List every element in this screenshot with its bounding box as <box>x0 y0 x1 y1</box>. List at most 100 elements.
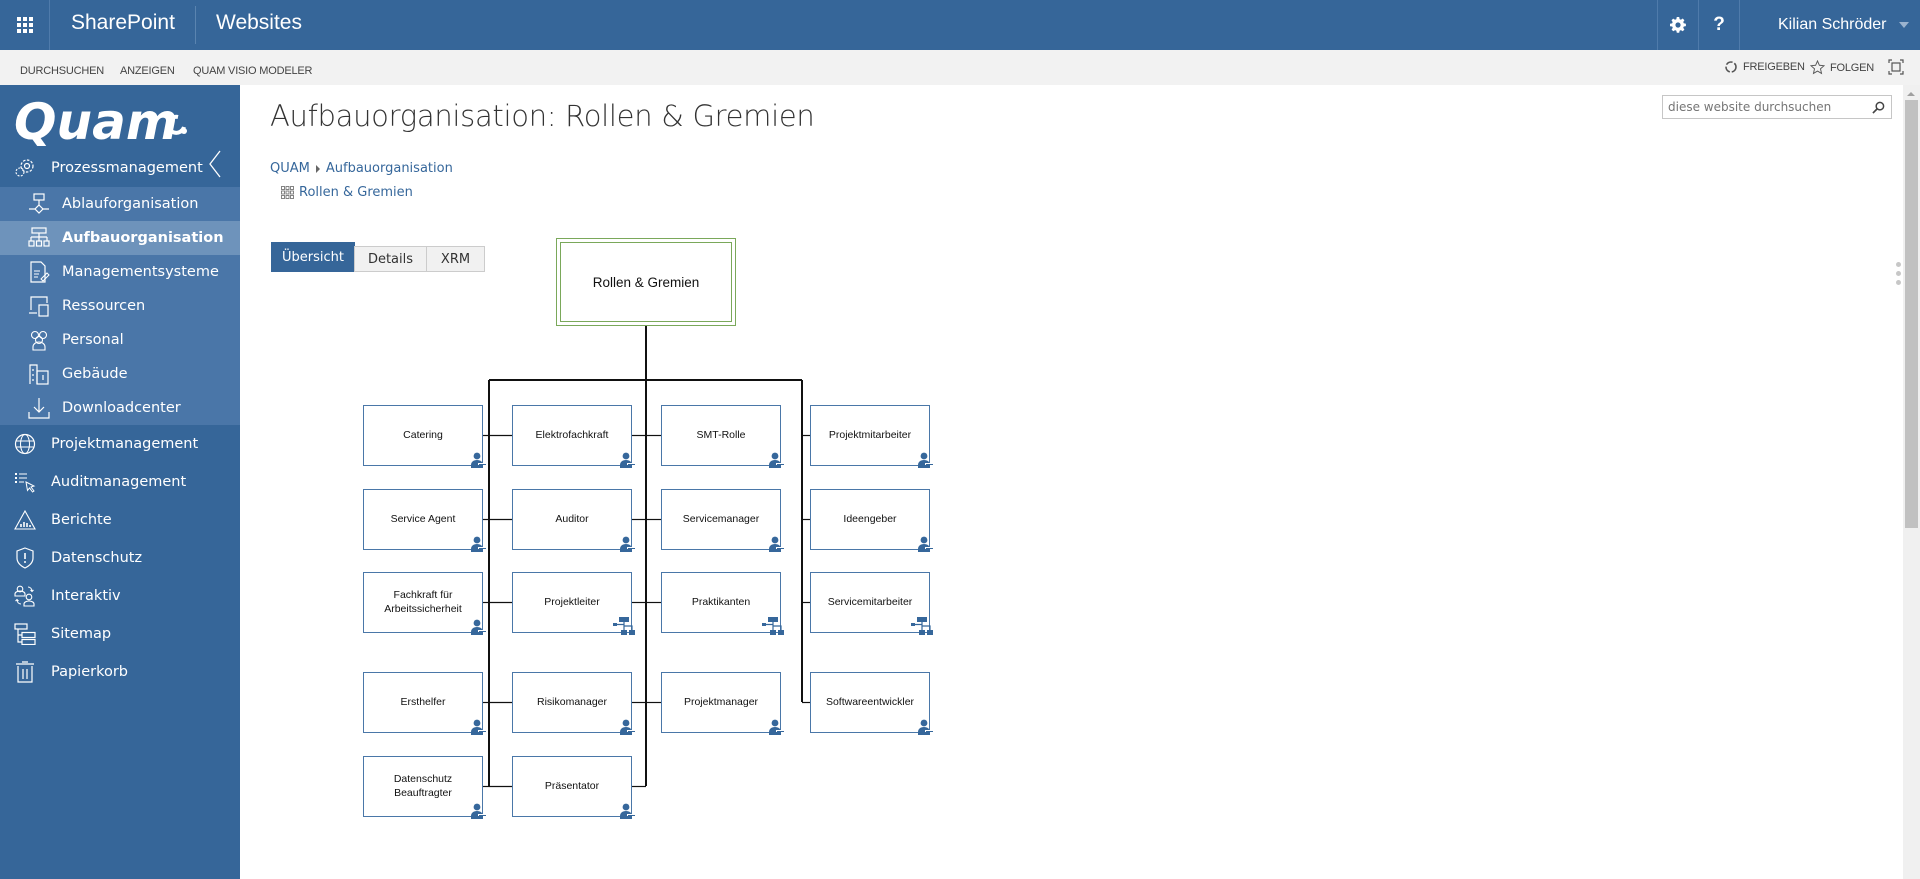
org-node[interactable]: Projektmanager <box>661 672 784 735</box>
site-title[interactable]: Websites <box>216 11 302 35</box>
star-icon <box>1810 60 1825 75</box>
sidebar-item-label: Berichte <box>51 512 112 528</box>
role-person-icon <box>917 452 933 472</box>
flowchart-icon <box>27 192 51 216</box>
org-unit-icon <box>911 616 933 639</box>
download-icon <box>27 396 51 420</box>
user-name: Kilian Schröder <box>1778 16 1887 33</box>
app-launcher-button[interactable] <box>0 0 50 50</box>
org-node[interactable]: Projektmitarbeiter <box>810 405 933 468</box>
sidebar-item-datenschutz[interactable]: Datenschutz <box>0 539 240 577</box>
role-person-icon <box>470 803 486 823</box>
org-node-label: Softwareentwickler <box>825 695 915 708</box>
org-node-label: Datenschutz Beauftragter <box>393 773 453 799</box>
scrollbar-thumb[interactable] <box>1905 100 1918 528</box>
org-node[interactable]: Projektleiter <box>512 572 635 635</box>
shield-icon <box>13 546 37 570</box>
org-node[interactable]: Servicemitarbeiter <box>810 572 933 635</box>
org-node-label: Servicemitarbeiter <box>827 595 913 608</box>
share-button[interactable]: FREIGEBEN <box>1724 60 1805 74</box>
user-menu-button[interactable]: Kilian Schröder <box>1739 0 1920 50</box>
ribbon: DURCHSUCHEN ANZEIGEN QUAM VISIO MODELER … <box>0 50 1920 85</box>
sidebar-navigation: Quam Prozessmanagement Ablauforganisatio… <box>0 85 240 879</box>
org-node[interactable]: Datenschutz Beauftragter <box>363 756 486 819</box>
gears-icon <box>13 156 37 180</box>
org-node[interactable]: Präsentator <box>512 756 635 819</box>
devices-icon <box>27 294 51 318</box>
view-tabs: Übersicht Details XRM <box>271 242 485 272</box>
ribbon-tab-visio-modeler[interactable]: QUAM VISIO MODELER <box>193 65 312 77</box>
tab-uebersicht[interactable]: Übersicht <box>271 242 355 272</box>
page-title: Aufbauorganisation: Rollen & Gremien <box>270 99 815 133</box>
sidebar-item-auditmanagement[interactable]: Auditmanagement <box>0 463 240 501</box>
sidebar-item-projektmanagement[interactable]: Projektmanagement <box>0 425 240 463</box>
org-grid-icon <box>281 186 294 199</box>
org-node[interactable]: Ersthelfer <box>363 672 486 735</box>
sidebar-item-ressourcen[interactable]: Ressourcen <box>0 289 240 323</box>
sidebar-item-interaktiv[interactable]: Interaktiv <box>0 577 240 615</box>
org-root-node[interactable]: Rollen & Gremien <box>556 238 736 326</box>
org-node[interactable]: Service Agent <box>363 489 486 552</box>
org-node[interactable]: Servicemanager <box>661 489 784 552</box>
org-node[interactable]: Risikomanager <box>512 672 635 735</box>
role-person-icon <box>470 719 486 739</box>
sidebar-item-label: Managementsysteme <box>62 264 219 280</box>
search-icon[interactable] <box>1872 101 1885 114</box>
sidebar-item-berichte[interactable]: Berichte <box>0 501 240 539</box>
search-input[interactable] <box>1663 100 1863 114</box>
globe-icon <box>13 432 37 456</box>
org-node[interactable]: Fachkraft für Arbeitssicherheit <box>363 572 486 635</box>
sidebar-item-sitemap[interactable]: Sitemap <box>0 615 240 653</box>
gear-icon <box>1670 17 1686 33</box>
sidebar-item-prozessmanagement[interactable]: Prozessmanagement <box>0 149 240 187</box>
sitemap-icon <box>13 622 37 646</box>
org-node[interactable]: Praktikanten <box>661 572 784 635</box>
help-button[interactable]: ? <box>1698 0 1739 50</box>
role-person-icon <box>470 536 486 556</box>
org-node-label: Projektmanager <box>683 695 759 708</box>
org-node[interactable]: Ideengeber <box>810 489 933 552</box>
org-node[interactable]: Elektrofachkraft <box>512 405 635 468</box>
checklist-cursor-icon <box>13 470 37 494</box>
sidebar-item-label: Aufbauorganisation <box>62 230 224 246</box>
org-node-label: Risikomanager <box>536 695 608 708</box>
org-node[interactable]: Catering <box>363 405 486 468</box>
breadcrumb: QUAM Aufbauorganisation <box>270 161 453 176</box>
org-node-label: Service Agent <box>390 512 456 525</box>
tab-details[interactable]: Details <box>354 246 427 272</box>
sidebar-item-downloadcenter[interactable]: Downloadcenter <box>0 391 240 425</box>
sidebar-item-personal[interactable]: Personal <box>0 323 240 357</box>
org-node[interactable]: Auditor <box>512 489 635 552</box>
more-options-icon[interactable] <box>1896 262 1902 285</box>
trash-icon <box>13 660 37 684</box>
ribbon-tab-view[interactable]: ANZEIGEN <box>120 65 175 77</box>
settings-button[interactable] <box>1657 0 1698 50</box>
sidebar-item-label: Projektmanagement <box>51 436 199 452</box>
sidebar-item-label: Ressourcen <box>62 298 146 314</box>
sidebar-item-managementsysteme[interactable]: Managementsysteme <box>0 255 240 289</box>
follow-button[interactable]: FOLGEN <box>1810 60 1874 75</box>
tab-xrm[interactable]: XRM <box>426 246 485 272</box>
user-exchange-icon <box>13 584 37 608</box>
scroll-up-icon[interactable] <box>1907 92 1915 96</box>
sidebar-item-ablauforganisation[interactable]: Ablauforganisation <box>0 187 240 221</box>
org-node-label: Projektleiter <box>544 595 600 608</box>
suite-bar: SharePoint Websites ? Kilian Schröder <box>0 0 1920 50</box>
org-node-label: SMT-Rolle <box>696 428 746 441</box>
org-node[interactable]: Softwareentwickler <box>810 672 933 735</box>
breadcrumb-quam[interactable]: QUAM <box>270 161 310 176</box>
quam-logo[interactable]: Quam <box>14 95 194 150</box>
sharepoint-brand[interactable]: SharePoint <box>71 11 175 35</box>
role-person-icon <box>619 536 635 556</box>
sidebar-item-papierkorb[interactable]: Papierkorb <box>0 653 240 691</box>
sidebar-item-gebaeude[interactable]: Gebäude <box>0 357 240 391</box>
role-person-icon <box>470 452 486 472</box>
focus-mode-icon[interactable] <box>1888 59 1904 75</box>
breadcrumb-current[interactable]: Rollen & Gremien <box>281 185 413 200</box>
vertical-scrollbar[interactable] <box>1903 85 1920 879</box>
sidebar-item-aufbauorganisation[interactable]: Aufbauorganisation <box>0 221 240 255</box>
breadcrumb-aufbauorganisation[interactable]: Aufbauorganisation <box>326 161 453 176</box>
site-search[interactable] <box>1662 95 1892 119</box>
ribbon-tab-browse[interactable]: DURCHSUCHEN <box>20 65 104 77</box>
org-node[interactable]: SMT-Rolle <box>661 405 784 468</box>
